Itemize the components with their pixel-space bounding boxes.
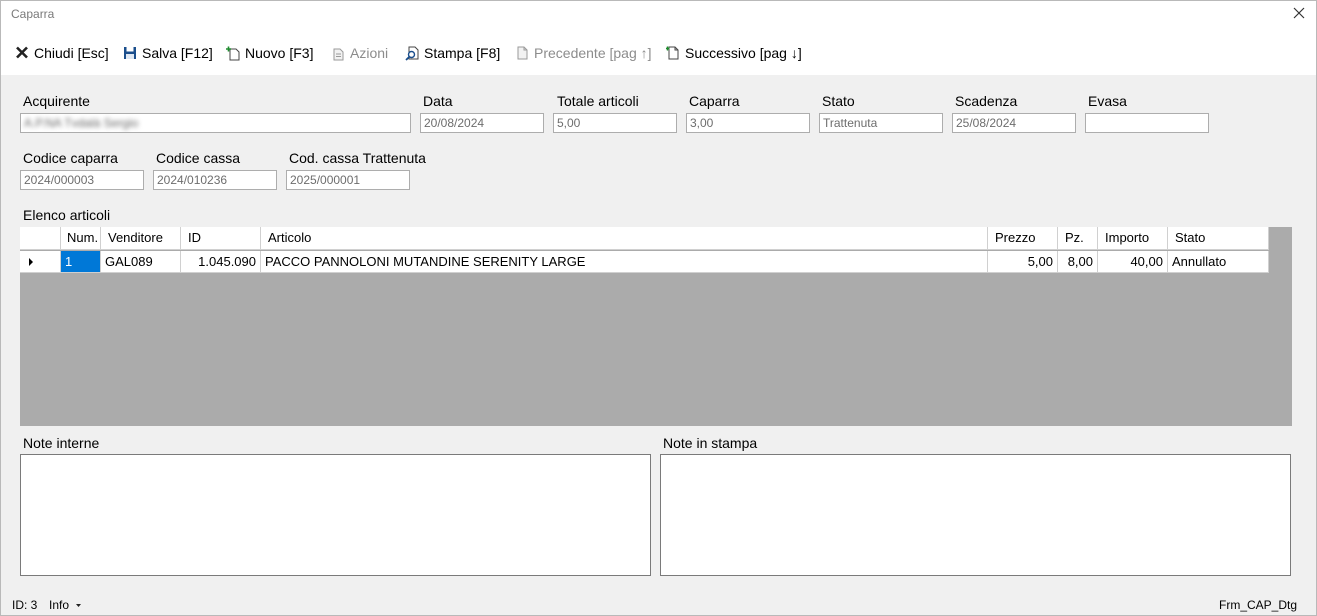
table-row[interactable]: 1 GAL089 1.045.090 PACCO PANNOLONI MUTAN…	[20, 251, 1269, 273]
close-x-icon	[16, 46, 28, 59]
cell-importo[interactable]: 40,00	[1098, 251, 1168, 273]
actions-label: Azioni	[350, 45, 389, 61]
caparra-label: Caparra	[689, 93, 740, 109]
codice-caparra-field[interactable]: 2024/000003	[20, 170, 144, 190]
cell-articolo[interactable]: PACCO PANNOLONI MUTANDINE SERENITY LARGE	[261, 251, 988, 273]
totale-articoli-label: Totale articoli	[557, 93, 639, 109]
print-label: Stampa [F8]	[424, 45, 501, 61]
save-icon	[124, 47, 136, 59]
col-header-articolo[interactable]: Articolo	[261, 227, 988, 250]
new-label: Nuovo [F3]	[245, 45, 314, 61]
new-document-icon	[226, 46, 240, 61]
caparra-field[interactable]: 3,00	[686, 113, 810, 133]
previous-document-icon	[517, 46, 528, 60]
col-header-pz[interactable]: Pz.	[1058, 227, 1098, 250]
cell-stato[interactable]: Annullato	[1168, 251, 1269, 273]
codice-caparra-label: Codice caparra	[23, 150, 118, 166]
caparra-window: Caparra Chiudi [Esc] Salva [F12] Nuovo […	[0, 0, 1317, 616]
col-header-prezzo[interactable]: Prezzo	[988, 227, 1058, 250]
cell-num[interactable]: 1	[61, 251, 101, 273]
totale-articoli-field[interactable]: 5,00	[553, 113, 677, 133]
cod-cassa-trattenuta-field[interactable]: 2025/000001	[286, 170, 410, 190]
cell-pz[interactable]: 8,00	[1058, 251, 1098, 273]
grid-corner-cell	[20, 227, 61, 250]
close-form-label: Chiudi [Esc]	[34, 45, 109, 61]
col-header-num[interactable]: Num.	[61, 227, 101, 250]
cell-prezzo[interactable]: 5,00	[988, 251, 1058, 273]
info-label: Info	[49, 598, 70, 612]
print-preview-icon	[405, 46, 419, 61]
grid-header-row: Num. Venditore ID Articolo Prezzo Pz. Im…	[20, 227, 1269, 250]
status-id: ID: 3	[12, 598, 38, 612]
toolbar: Chiudi [Esc] Salva [F12] Nuovo [F3] Azio…	[1, 29, 1316, 75]
col-header-stato[interactable]: Stato	[1168, 227, 1269, 250]
stato-label: Stato	[822, 93, 855, 109]
close-icon[interactable]	[1288, 4, 1310, 24]
acquirente-field[interactable]: A.P.NA Tvdalà Sergio	[20, 113, 411, 133]
acquirente-value: A.P.NA Tvdalà Sergio	[24, 116, 139, 130]
evasa-label: Evasa	[1088, 93, 1127, 109]
cod-cassa-trattenuta-label: Cod. cassa Trattenuta	[289, 150, 426, 166]
actions-icon	[333, 48, 344, 61]
note-in-stampa-textarea[interactable]	[660, 454, 1291, 576]
scadenza-label: Scadenza	[955, 93, 1018, 109]
articles-grid[interactable]: Num. Venditore ID Articolo Prezzo Pz. Im…	[20, 227, 1292, 426]
row-pointer-icon	[29, 258, 33, 266]
title-bar: Caparra	[1, 1, 1316, 29]
codice-cassa-field[interactable]: 2024/010236	[153, 170, 277, 190]
col-header-importo[interactable]: Importo	[1098, 227, 1168, 250]
codice-cassa-label: Codice cassa	[156, 150, 241, 166]
next-document-icon	[666, 46, 679, 60]
previous-label: Precedente [pag ↑]	[534, 45, 652, 61]
col-header-venditore[interactable]: Venditore	[101, 227, 181, 250]
cell-venditore[interactable]: GAL089	[101, 251, 181, 273]
caret-down-icon	[76, 604, 82, 607]
scadenza-field[interactable]: 25/08/2024	[952, 113, 1076, 133]
col-header-id[interactable]: ID	[181, 227, 261, 250]
note-interne-label: Note interne	[23, 435, 100, 451]
form-name: Frm_CAP_Dtg	[1219, 598, 1298, 612]
info-dropdown[interactable]: Info	[49, 598, 83, 612]
next-label: Successivo [pag ↓]	[685, 45, 802, 61]
data-field[interactable]: 20/08/2024	[420, 113, 544, 133]
stato-field[interactable]: Trattenuta	[819, 113, 943, 133]
window-title: Caparra	[11, 7, 55, 21]
note-in-stampa-label: Note in stampa	[663, 435, 758, 451]
elenco-articoli-label: Elenco articoli	[23, 207, 111, 223]
cell-id[interactable]: 1.045.090	[181, 251, 261, 273]
acquirente-label: Acquirente	[23, 93, 90, 109]
evasa-field[interactable]	[1085, 113, 1209, 133]
data-label: Data	[423, 93, 453, 109]
row-selector[interactable]	[20, 251, 61, 273]
note-interne-textarea[interactable]	[20, 454, 651, 576]
save-label: Salva [F12]	[142, 45, 213, 61]
